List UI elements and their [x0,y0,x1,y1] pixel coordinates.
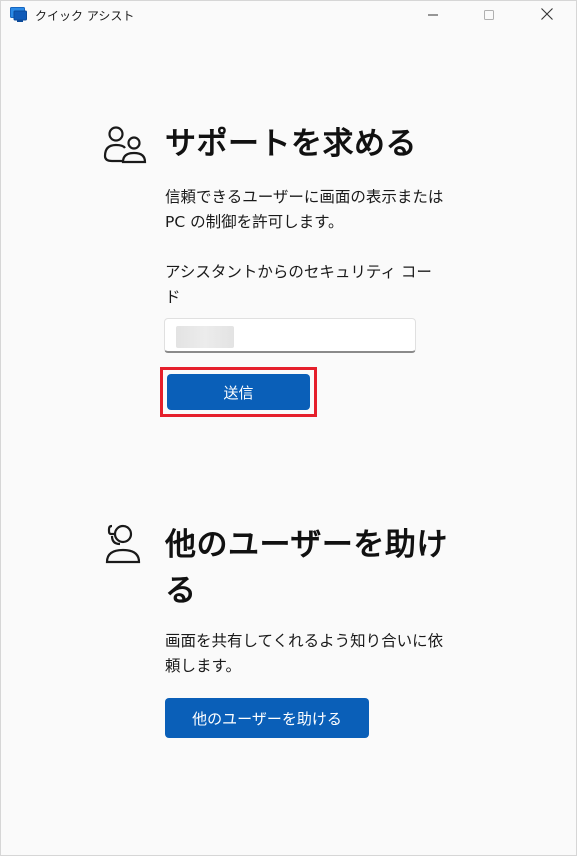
get-help-description-line2: PC の制御を許可します。 [165,213,344,231]
give-help-description-line2: 頼します。 [165,657,241,675]
people-icon [103,126,147,168]
get-help-heading: サポートを求める [165,126,417,162]
minimize-button[interactable] [410,1,456,29]
close-icon [540,6,554,25]
security-code-label-line1: アシスタントからのセキュリティ コー [165,263,432,281]
get-help-description-line1: 信頼できるユーザーに画面の表示または [165,188,444,206]
redacted-code-overlay [176,326,234,348]
give-help-heading-line1: 他のユーザーを助け [165,527,448,563]
minimize-icon [427,6,439,25]
security-code-label-line2: ド [165,288,181,306]
quick-assist-app-icon [10,7,27,23]
get-help-description: 信頼できるユーザーに画面の表示または PC の制御を許可します。 [165,185,495,235]
maximize-icon [483,6,495,25]
security-code-label: アシスタントからのセキュリティ コー ド [165,260,495,310]
give-help-heading: 他のユーザーを助け る [165,522,448,614]
give-help-description: 画面を共有してくれるよう知り合いに依 頼します。 [165,629,495,679]
submit-button[interactable]: 送信 [167,374,310,410]
give-help-description-line1: 画面を共有してくれるよう知り合いに依 [165,632,444,650]
help-someone-button[interactable]: 他のユーザーを助ける [165,698,369,738]
maximize-button[interactable] [466,1,512,29]
window-title: クイック アシスト [35,9,135,23]
give-help-heading-line2: る [165,573,197,609]
title-bar[interactable]: クイック アシスト [1,1,576,29]
quick-assist-window: クイック アシスト サポートを求める 信頼できるユーザーに画面の表示または PC… [0,0,577,856]
person-headset-icon [104,522,144,568]
close-button[interactable] [524,1,570,29]
